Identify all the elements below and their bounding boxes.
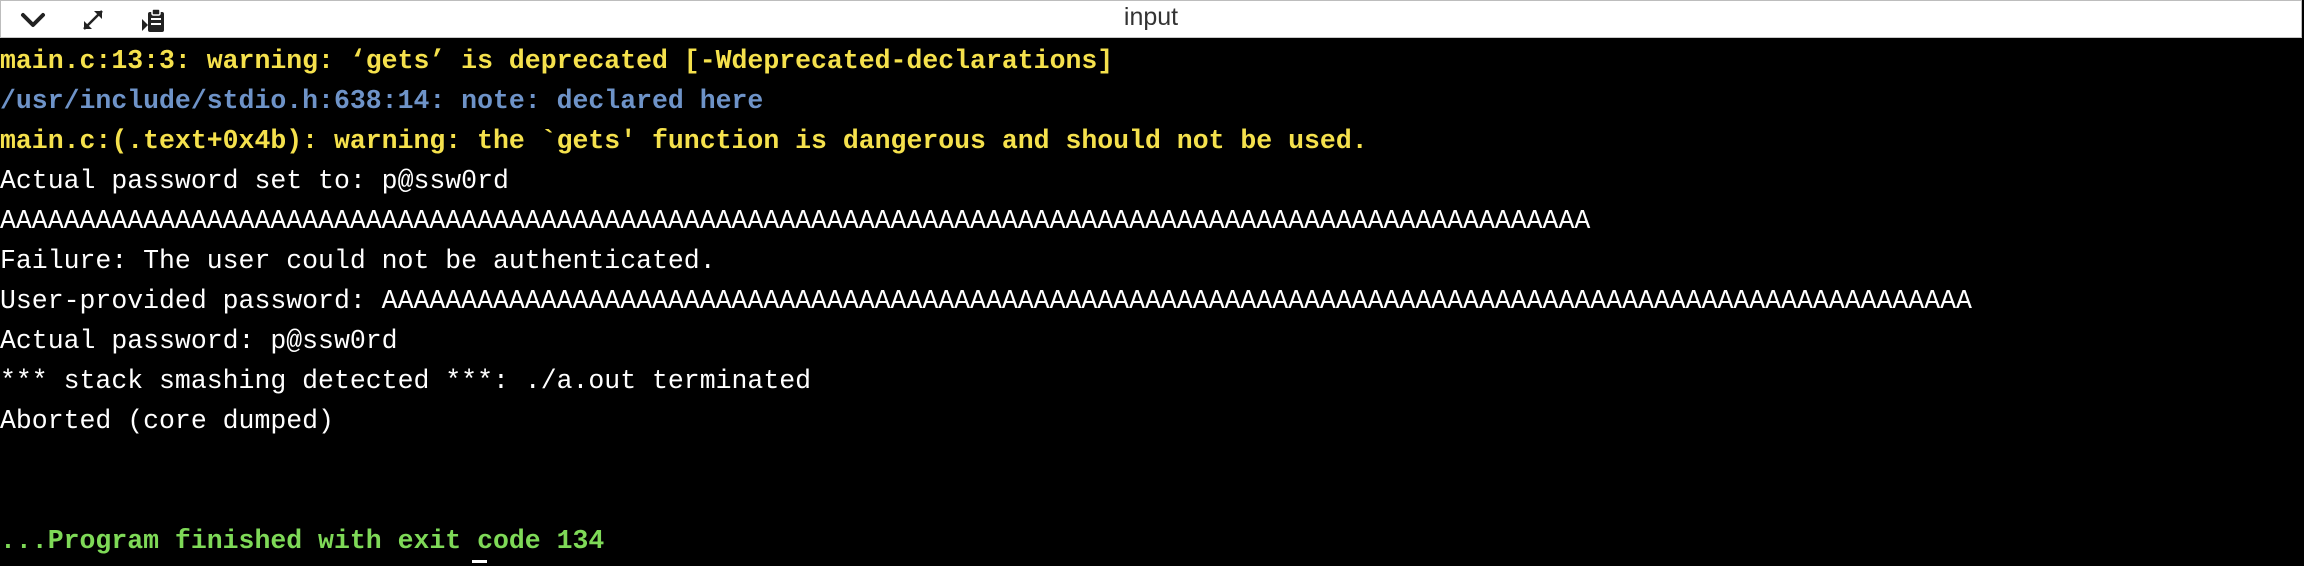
console-line-output: Aborted (core dumped)	[0, 406, 334, 436]
console-line-output: Failure: The user could not be authentic…	[0, 246, 716, 276]
console-line-output: *** stack smashing detected ***: ./a.out…	[0, 366, 812, 396]
console-line-warning: main.c:(.text+0x4b): warning: the `gets'…	[0, 126, 1368, 156]
clipboard-icon	[142, 8, 164, 32]
console-output[interactable]: main.c:13:3: warning: ‘gets’ is deprecat…	[0, 38, 2304, 566]
program-finished-message: ...Program finished with exit code 134	[0, 526, 605, 556]
console-title-bar: input	[0, 0, 2302, 38]
console-line-output: User-provided password: AAAAAAAAAAAAAAAA…	[0, 286, 1972, 316]
console-line-output: Actual password: p@ssw0rd	[0, 326, 398, 356]
console-line-warning: main.c:13:3: warning: ‘gets’ is deprecat…	[0, 46, 1114, 76]
copy-output-button[interactable]	[139, 5, 171, 35]
expand-icon	[83, 10, 103, 30]
chevron-down-icon	[21, 13, 45, 27]
console-line-output: AAAAAAAAAAAAAAAAAAAAAAAAAAAAAAAAAAAAAAAA…	[0, 206, 1591, 236]
console-window: input main.c:13:3: warning: ‘gets’ is de…	[0, 0, 2304, 566]
console-line-output: Actual password set to: p@ssw0rd	[0, 166, 509, 196]
console-line-note: /usr/include/stdio.h:638:14: note: decla…	[0, 86, 764, 116]
maximize-button[interactable]	[77, 5, 109, 35]
window-title: input	[1123, 3, 1179, 31]
text-cursor	[472, 560, 487, 563]
collapse-button[interactable]	[17, 5, 49, 35]
